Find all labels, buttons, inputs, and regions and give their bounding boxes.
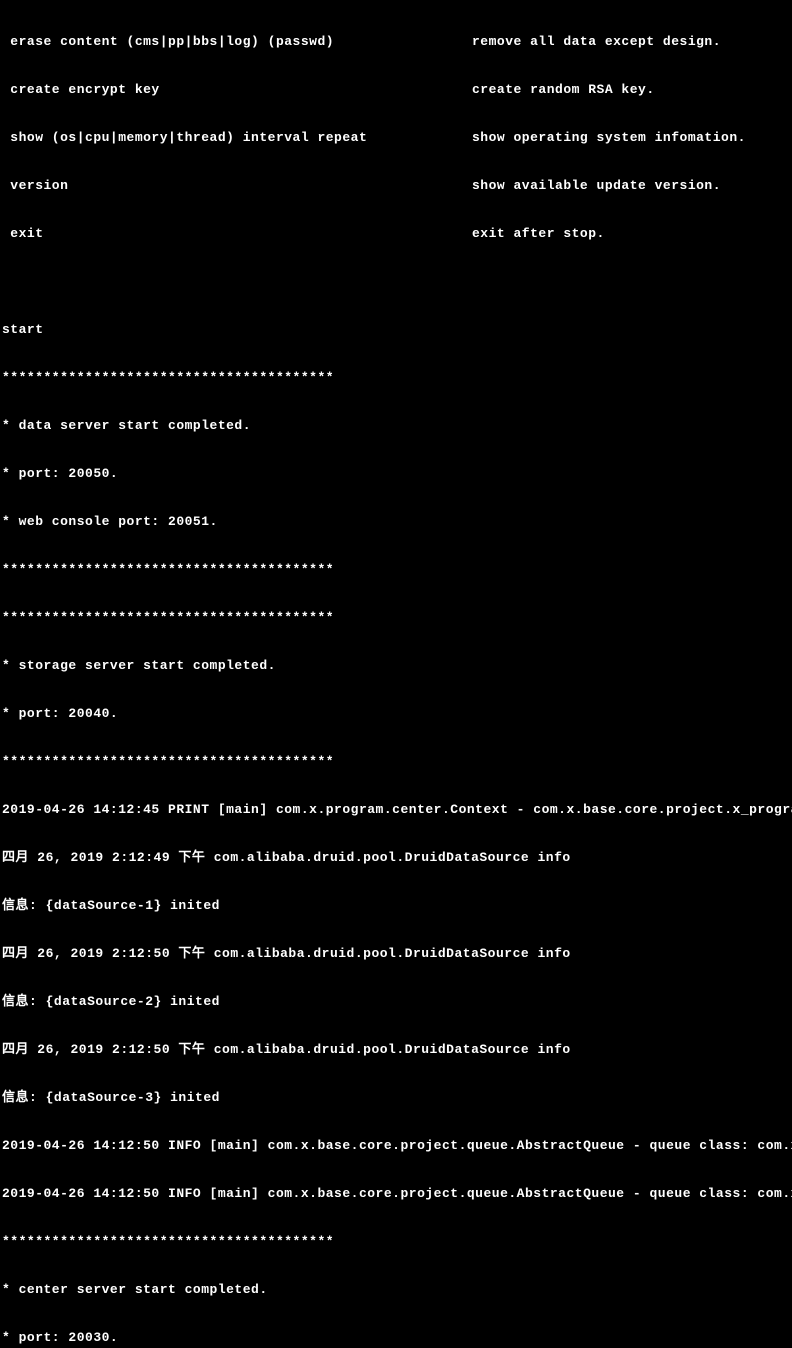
log-line: 2019-04-26 14:12:50 INFO [main] com.x.ba…: [2, 1138, 790, 1154]
log-line: ****************************************: [2, 610, 790, 626]
log-line: 四月 26, 2019 2:12:49 下午 com.alibaba.druid…: [2, 850, 790, 866]
log-line: 信息: {dataSource-2} inited: [2, 994, 790, 1010]
log-line: start: [2, 322, 790, 338]
help-cmd: exit: [2, 226, 472, 242]
log-line: * storage server start completed.: [2, 658, 790, 674]
log-line: * data server start completed.: [2, 418, 790, 434]
log-line: * center server start completed.: [2, 1282, 790, 1298]
help-cmd: create encrypt key: [2, 82, 472, 98]
log-line: ****************************************: [2, 370, 790, 386]
terminal-output[interactable]: erase content (cms|pp|bbs|log) (passwd) …: [2, 2, 790, 672]
log-line: 信息: {dataSource-1} inited: [2, 898, 790, 914]
log-line: 2019-04-26 14:12:45 PRINT [main] com.x.p…: [2, 802, 790, 818]
help-cmd: version: [2, 178, 472, 194]
help-desc: remove all data except design.: [472, 34, 721, 50]
help-cmd: show (os|cpu|memory|thread) interval rep…: [2, 130, 472, 146]
log-line: * port: 20050.: [2, 466, 790, 482]
help-desc: show operating system infomation.: [472, 130, 746, 146]
help-desc: exit after stop.: [472, 226, 605, 242]
help-row: create encrypt key create random RSA key…: [2, 82, 790, 98]
help-cmd: erase content (cms|pp|bbs|log) (passwd): [2, 34, 472, 50]
log-line: * web console port: 20051.: [2, 514, 790, 530]
help-desc: create random RSA key.: [472, 82, 655, 98]
help-row: exit exit after stop.: [2, 226, 790, 242]
log-line: 2019-04-26 14:12:50 INFO [main] com.x.ba…: [2, 1186, 790, 1202]
log-line: 四月 26, 2019 2:12:50 下午 com.alibaba.druid…: [2, 1042, 790, 1058]
log-line: 信息: {dataSource-3} inited: [2, 1090, 790, 1106]
log-line: * port: 20040.: [2, 706, 790, 722]
help-row: show (os|cpu|memory|thread) interval rep…: [2, 130, 790, 146]
log-line: ****************************************: [2, 1234, 790, 1250]
log-line: ****************************************: [2, 754, 790, 770]
help-row: version show available update version.: [2, 178, 790, 194]
help-row: erase content (cms|pp|bbs|log) (passwd) …: [2, 34, 790, 50]
help-desc: show available update version.: [472, 178, 721, 194]
log-line: * port: 20030.: [2, 1330, 790, 1346]
log-line: 四月 26, 2019 2:12:50 下午 com.alibaba.druid…: [2, 946, 790, 962]
log-line: ****************************************: [2, 562, 790, 578]
blank-line: [2, 274, 790, 290]
